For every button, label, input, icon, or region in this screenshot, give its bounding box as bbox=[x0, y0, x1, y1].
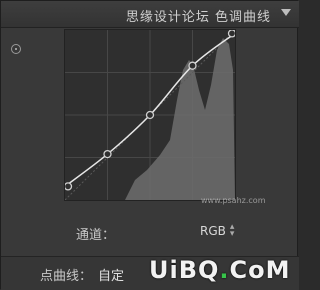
logo-text-left: UiBQ bbox=[149, 256, 220, 284]
histogram bbox=[125, 38, 235, 200]
triangle-down-icon[interactable] bbox=[281, 9, 291, 16]
curve-control-point[interactable] bbox=[103, 149, 112, 159]
curve-control-point[interactable] bbox=[145, 110, 155, 120]
channel-label: 通道： bbox=[76, 228, 116, 243]
logo-dot: . bbox=[219, 256, 230, 284]
curve-control-point[interactable] bbox=[188, 61, 197, 70]
curve-control-point[interactable] bbox=[63, 182, 73, 191]
up-down-arrows-icon: ▴ ▾ bbox=[229, 222, 235, 239]
channel-value: RGB bbox=[200, 224, 226, 238]
tone-curve-panel: 思缘设计论坛 色调曲线 www.psahz.com 通道： RGB ▴ ▾ 点曲… bbox=[0, 0, 299, 290]
point-curve-select[interactable]: 自定 bbox=[98, 265, 124, 284]
watermark-text: www.psahz.com bbox=[201, 196, 266, 205]
curve-canvas[interactable] bbox=[63, 29, 237, 201]
curve-control-point[interactable] bbox=[227, 29, 237, 38]
channel-select[interactable]: RGB ▴ ▾ bbox=[200, 222, 234, 240]
site-logo: UiBQ. CoM bbox=[149, 256, 291, 288]
point-curve-label: 点曲线： bbox=[40, 269, 93, 284]
targeted-adjustment-icon[interactable] bbox=[11, 44, 21, 54]
panel-title: 思缘设计论坛 色调曲线 bbox=[125, 10, 271, 25]
curve-graph[interactable] bbox=[63, 29, 237, 201]
logo-text-right: CoM bbox=[229, 256, 291, 284]
panel-header[interactable]: 思缘设计论坛 色调曲线 bbox=[1, 1, 299, 28]
